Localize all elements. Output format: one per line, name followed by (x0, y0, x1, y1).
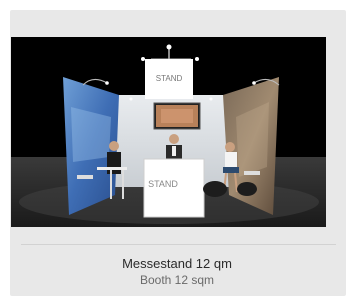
product-subtitle: Booth 12 sqm (139, 273, 215, 287)
divider (21, 244, 336, 245)
stand-logo: STAND (156, 74, 183, 83)
product-image[interactable]: STAND STAND (11, 37, 326, 227)
booth-render: STAND STAND (11, 44, 326, 227)
counter-logo: STAND (148, 179, 178, 189)
product-title[interactable]: Messestand 12 qm (0, 256, 354, 272)
